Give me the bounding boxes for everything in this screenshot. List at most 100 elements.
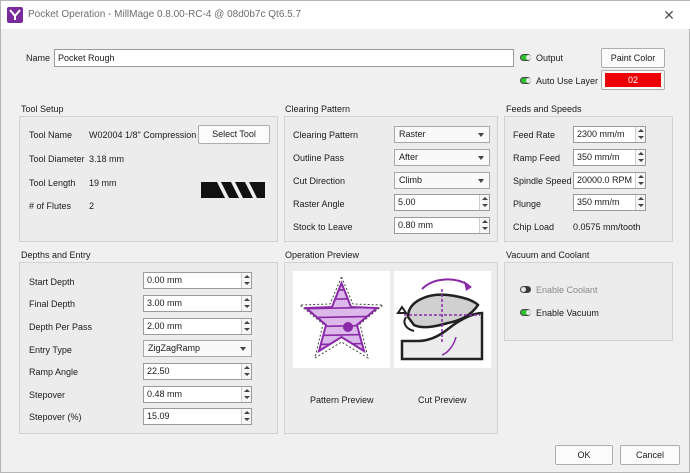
clearing-pattern-title: Clearing Pattern (285, 104, 351, 114)
plunge-label: Plunge (513, 199, 542, 209)
tool-name-value: W02004 1/8" Compression (89, 130, 197, 140)
stepover-percent-label: Stepover (%) (29, 412, 82, 422)
clearing-pattern-select[interactable]: Raster (394, 126, 490, 143)
endmill-icon (201, 182, 265, 198)
spin-buttons[interactable] (241, 409, 251, 424)
spin-buttons[interactable] (635, 195, 645, 210)
outline-pass-select[interactable]: After (394, 149, 490, 166)
vacuum-coolant-group (504, 262, 673, 341)
cut-direction-label: Cut Direction (293, 176, 346, 186)
raster-angle-value: 5.00 (398, 197, 416, 207)
chip-load-label: Chip Load (513, 222, 555, 232)
flutes-value: 2 (89, 201, 95, 211)
stock-to-leave-value: 0.80 mm (398, 220, 434, 230)
ramp-feed-value: 350 mm/m (577, 152, 620, 162)
spin-buttons[interactable] (479, 195, 489, 210)
feed-rate-label: Feed Rate (513, 130, 556, 140)
depths-entry-title: Depths and Entry (21, 250, 91, 260)
depth-per-pass-label: Depth Per Pass (29, 322, 93, 332)
pattern-preview-caption: Pattern Preview (310, 395, 374, 405)
stepover-percent-input[interactable]: 15.09 (143, 408, 252, 425)
output-toggle[interactable] (520, 54, 531, 61)
spin-buttons[interactable] (635, 173, 645, 188)
start-depth-input[interactable]: 0.00 mm (143, 272, 252, 289)
start-depth-value: 0.00 mm (147, 275, 183, 285)
chevron-down-icon (478, 156, 484, 160)
pattern-preview-image (293, 271, 390, 368)
raster-angle-label: Raster Angle (293, 199, 345, 209)
spin-buttons[interactable] (241, 387, 251, 402)
cut-direction-value: Climb (399, 175, 423, 185)
millmage-app-icon (7, 7, 23, 23)
enable-coolant-label: Enable Coolant (536, 285, 598, 295)
final-depth-input[interactable]: 3.00 mm (143, 295, 252, 312)
final-depth-value: 3.00 mm (147, 298, 183, 308)
spin-buttons[interactable] (241, 296, 251, 311)
raster-angle-input[interactable]: 5.00 (394, 194, 490, 211)
stock-to-leave-input[interactable]: 0.80 mm (394, 217, 490, 234)
cancel-button[interactable]: Cancel (620, 445, 680, 465)
depth-per-pass-value: 2.00 mm (147, 321, 183, 331)
stepover-input[interactable]: 0.48 mm (143, 386, 252, 403)
tool-diameter-value: 3.18 mm (89, 154, 125, 164)
chevron-down-icon (478, 133, 484, 137)
stepover-label: Stepover (29, 390, 66, 400)
flutes-label: # of Flutes (29, 201, 72, 211)
auto-use-layer-toggle[interactable] (520, 77, 531, 84)
plunge-value: 350 mm/m (577, 197, 620, 207)
ramp-feed-input[interactable]: 350 mm/m (573, 149, 646, 166)
entry-type-select[interactable]: ZigZagRamp (143, 340, 252, 357)
name-input[interactable]: Pocket Rough (54, 49, 514, 67)
entry-type-value: ZigZagRamp (148, 343, 201, 353)
ramp-angle-label: Ramp Angle (29, 367, 79, 377)
pocket-operation-dialog: Pocket Operation - MillMage 0.8.00-RC-4 … (0, 0, 690, 473)
close-icon[interactable]: ✕ (661, 7, 677, 23)
ok-button[interactable]: OK (555, 445, 613, 465)
plunge-input[interactable]: 350 mm/m (573, 194, 646, 211)
spin-buttons[interactable] (241, 364, 251, 379)
tool-length-label: Tool Length (29, 178, 76, 188)
spin-buttons[interactable] (479, 218, 489, 233)
cut-preview-image (394, 271, 491, 368)
chip-load-value: 0.0575 mm/tooth (573, 222, 641, 232)
chevron-down-icon (240, 347, 246, 351)
entry-type-label: Entry Type (29, 345, 72, 355)
window-title: Pocket Operation - MillMage 0.8.00-RC-4 … (28, 9, 302, 20)
select-tool-button[interactable]: Select Tool (198, 125, 270, 144)
tool-diameter-label: Tool Diameter (29, 154, 85, 164)
operation-preview-title: Operation Preview (285, 250, 360, 260)
vacuum-coolant-title: Vacuum and Coolant (506, 250, 590, 260)
outline-pass-label: Outline Pass (293, 153, 345, 163)
layer-color-swatch: 02 (605, 73, 661, 87)
paint-color-button[interactable]: Paint Color (601, 48, 665, 68)
spindle-speed-input[interactable]: 20000.0 RPM (573, 172, 646, 189)
feeds-speeds-title: Feeds and Speeds (506, 104, 582, 114)
cut-direction-select[interactable]: Climb (394, 172, 490, 189)
spin-buttons[interactable] (241, 319, 251, 334)
spin-buttons[interactable] (635, 127, 645, 142)
title-bar: Pocket Operation - MillMage 0.8.00-RC-4 … (1, 1, 690, 29)
spin-buttons[interactable] (241, 273, 251, 288)
vacuum-toggle[interactable] (520, 309, 531, 316)
enable-vacuum-label: Enable Vacuum (536, 308, 599, 318)
ramp-angle-value: 22.50 (147, 366, 170, 376)
start-depth-label: Start Depth (29, 277, 75, 287)
ramp-angle-input[interactable]: 22.50 (143, 363, 252, 380)
layer-color-button[interactable]: 02 (601, 70, 665, 90)
clearing-pattern-value: Raster (399, 129, 426, 139)
tool-setup-title: Tool Setup (21, 104, 64, 114)
coolant-toggle[interactable] (520, 286, 531, 293)
stepover-percent-value: 15.09 (147, 411, 170, 421)
tool-length-value: 19 mm (89, 178, 117, 188)
spin-buttons[interactable] (635, 150, 645, 165)
feed-rate-input[interactable]: 2300 mm/m (573, 126, 646, 143)
chevron-down-icon (478, 179, 484, 183)
tool-name-label: Tool Name (29, 130, 73, 140)
stepover-value: 0.48 mm (147, 389, 183, 399)
auto-use-layer-label: Auto Use Layer (536, 76, 599, 86)
cut-preview-caption: Cut Preview (418, 395, 467, 405)
ramp-feed-label: Ramp Feed (513, 153, 561, 163)
outline-pass-value: After (399, 152, 419, 162)
depth-per-pass-input[interactable]: 2.00 mm (143, 318, 252, 335)
stock-to-leave-label: Stock to Leave (293, 222, 353, 232)
